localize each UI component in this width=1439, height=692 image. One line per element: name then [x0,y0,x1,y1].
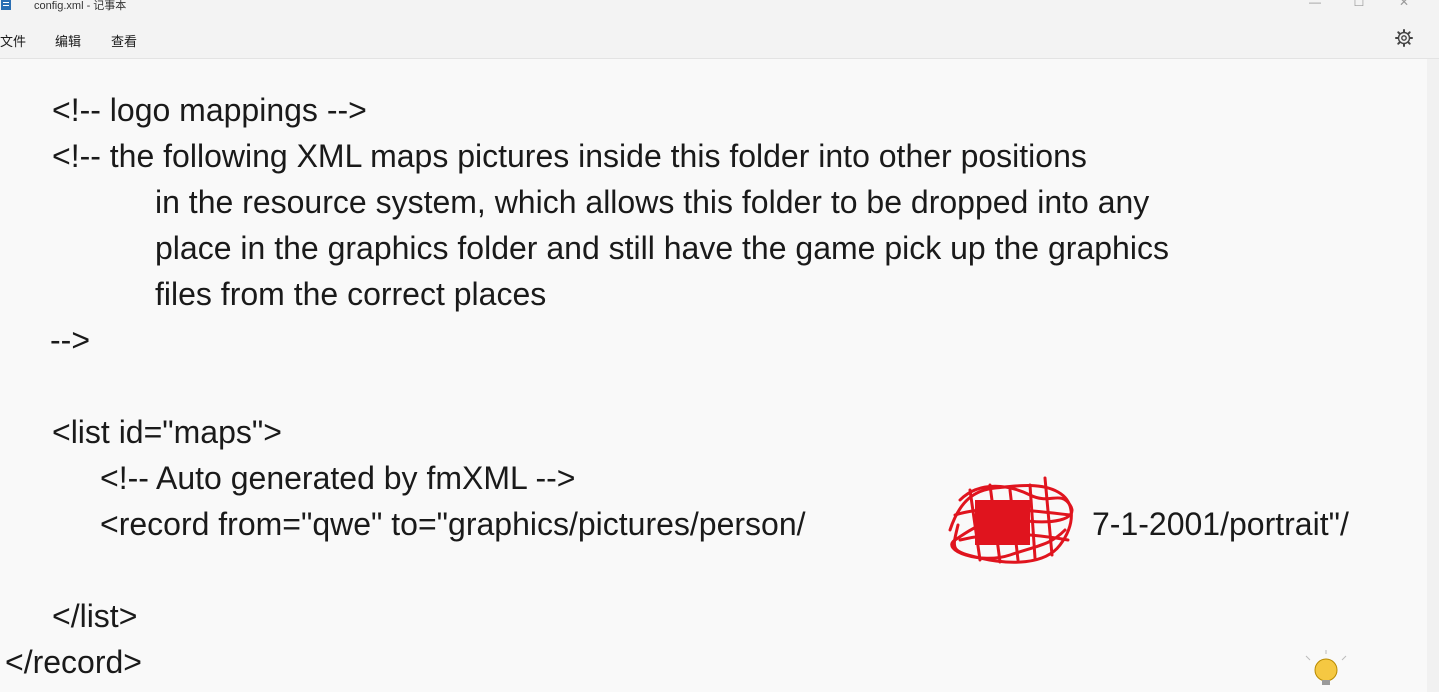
notepad-icon [1,0,11,10]
text-line: <list id="maps"> [52,414,282,450]
redaction-scribble [948,476,1074,564]
menu-file[interactable]: 文件 [0,31,26,50]
text-line: <!-- logo mappings --> [52,92,367,128]
text-editor[interactable]: <!-- logo mappings --> <!-- the followin… [0,59,1427,692]
text-line: <!-- the following XML maps pictures ins… [52,138,1087,174]
text-line: </list> [52,598,138,634]
text-line: in the resource system, which allows thi… [155,184,1150,220]
menu-bar: 文件 编辑 查看 [0,18,1439,59]
text-line: <record from="qwe" to="graphics/pictures… [100,506,806,542]
light-bulb-icon [1305,650,1347,685]
menu-edit[interactable]: 编辑 [55,31,81,50]
window-title: config.xml - 记事本 [34,0,127,12]
text-line: </record> [5,644,142,680]
close-button[interactable]: ✕ [1389,0,1419,9]
text-line: files from the correct places [155,276,547,312]
gear-icon[interactable] [1394,28,1414,48]
text-line: place in the graphics folder and still h… [155,230,1169,266]
minimize-button[interactable]: — [1300,0,1330,9]
text-line: 7-1-2001/portrait"/ [1092,506,1349,542]
text-line: <!-- Auto generated by fmXML --> [100,460,576,496]
title-bar: config.xml - 记事本 — ☐ ✕ [0,0,1439,18]
text-line: --> [50,322,90,358]
menu-view[interactable]: 查看 [111,31,137,50]
vertical-scrollbar[interactable] [1427,59,1439,692]
maximize-button[interactable]: ☐ [1344,0,1374,9]
